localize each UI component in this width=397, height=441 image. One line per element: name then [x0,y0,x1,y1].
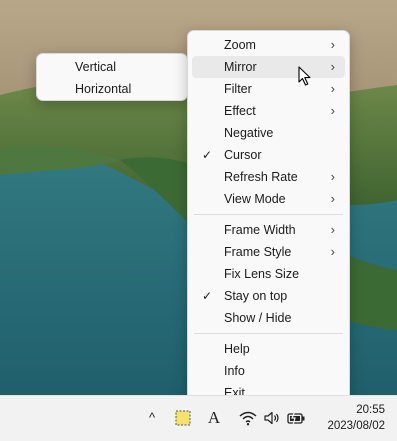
menu-item-zoom[interactable]: Zoom › [192,34,345,56]
menu-item-label: Zoom [224,38,256,52]
menu-item-label: Mirror [224,60,257,74]
chevron-right-icon: › [330,37,335,52]
menu-item-label: Vertical [75,60,116,74]
font-app-icon[interactable]: A [206,408,222,428]
menu-separator [194,214,343,215]
menu-item-frame-width[interactable]: Frame Width › [192,219,345,241]
chevron-right-icon: › [330,169,335,184]
magnifier-tray-icon[interactable] [174,408,192,428]
menu-item-label: Effect [224,104,256,118]
menu-item-horizontal[interactable]: Horizontal [41,78,183,100]
context-menu: Zoom › Mirror › Filter › Effect › Negative ✓ Curso… [187,30,350,404]
taskbar-clock[interactable]: 20:55 2023/08/02 [327,402,385,434]
chevron-right-icon: › [330,103,335,118]
menu-item-label: Frame Width [224,223,296,237]
menu-item-label: Filter [224,82,252,96]
chevron-right-icon: › [330,191,335,206]
clock-date: 2023/08/02 [327,420,385,432]
chevron-right-icon: › [330,81,335,96]
check-icon: ✓ [202,289,213,303]
wifi-icon[interactable] [239,408,257,428]
menu-item-label: Show / Hide [224,311,292,325]
menu-item-fix-lens-size[interactable]: Fix Lens Size [192,263,345,285]
menu-item-view-mode[interactable]: View Mode › [192,188,345,210]
menu-item-label: Stay on top [224,289,288,303]
menu-item-label: Horizontal [75,82,132,96]
menu-item-show-hide[interactable]: Show / Hide [192,307,345,329]
menu-item-vertical[interactable]: Vertical [41,56,183,78]
show-hidden-icons-chevron[interactable]: ^ [145,408,159,428]
menu-item-effect[interactable]: Effect › [192,100,345,122]
menu-item-cursor[interactable]: ✓ Cursor [192,144,345,166]
volume-icon[interactable] [263,408,281,428]
mouse-pointer-icon [298,66,311,86]
clock-time: 20:55 [356,404,385,416]
menu-item-label: Frame Style [224,245,292,259]
menu-item-label: Cursor [224,148,262,162]
menu-item-negative[interactable]: Negative [192,122,345,144]
chevron-right-icon: › [330,244,335,259]
menu-separator [194,333,343,334]
menu-item-label: Refresh Rate [224,170,298,184]
menu-item-stay-on-top[interactable]: ✓ Stay on top [192,285,345,307]
menu-item-help[interactable]: Help [192,338,345,360]
mirror-submenu: Vertical Horizontal [36,53,188,101]
menu-item-label: View Mode [224,192,286,206]
menu-item-label: Help [224,342,250,356]
battery-charging-icon[interactable] [286,408,306,428]
menu-item-mirror[interactable]: Mirror › [192,56,345,78]
menu-item-frame-style[interactable]: Frame Style › [192,241,345,263]
menu-item-refresh-rate[interactable]: Refresh Rate › [192,166,345,188]
chevron-right-icon: › [330,222,335,237]
menu-item-label: Info [224,364,245,378]
taskbar: ^ A 20:55 2023/08/02 [0,395,397,441]
menu-item-label: Negative [224,126,274,140]
menu-item-filter[interactable]: Filter › [192,78,345,100]
chevron-right-icon: › [330,59,335,74]
check-icon: ✓ [202,148,213,162]
menu-item-info[interactable]: Info [192,360,345,382]
menu-item-label: Fix Lens Size [224,267,300,281]
